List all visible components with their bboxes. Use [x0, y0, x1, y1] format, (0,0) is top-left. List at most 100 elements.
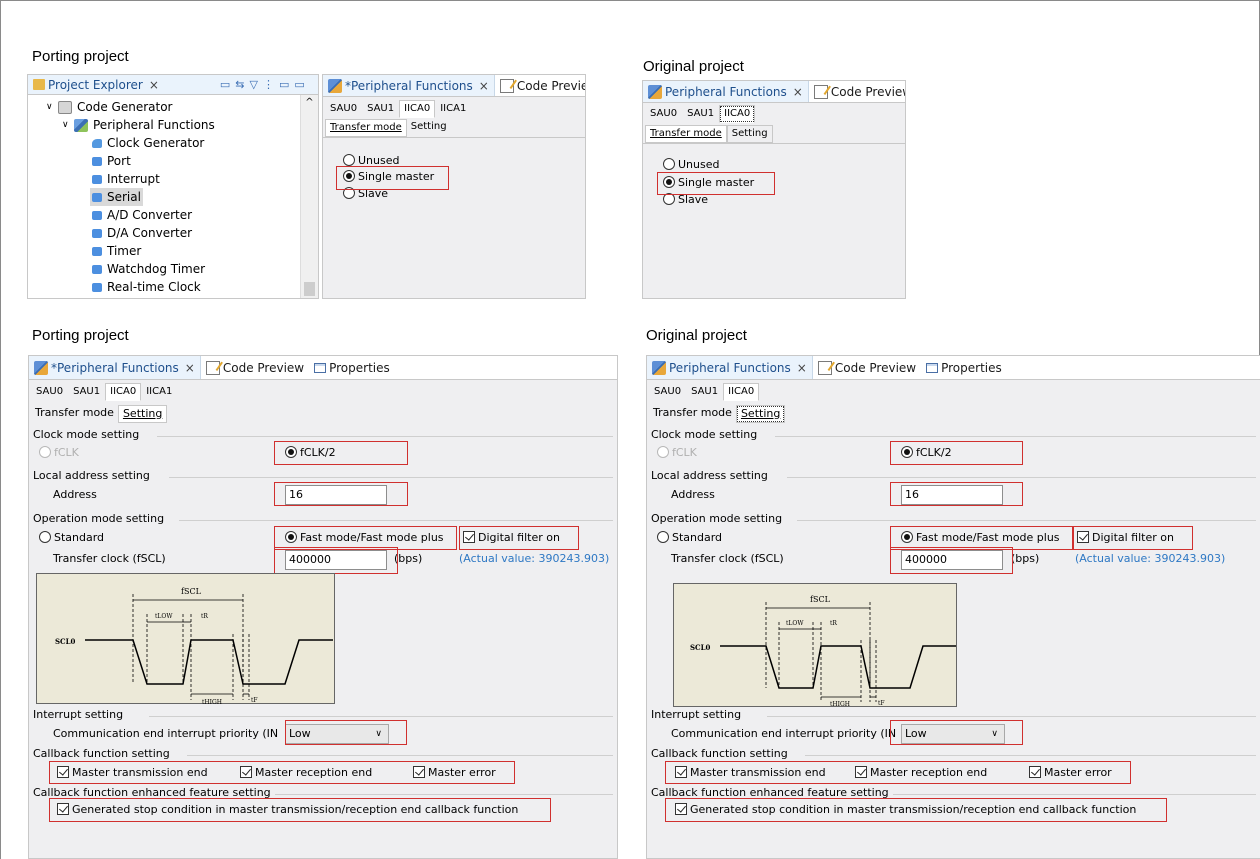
- tab-iica0[interactable]: IICA0: [723, 383, 760, 401]
- tab-transfer-mode[interactable]: Transfer mode: [645, 125, 727, 143]
- close-icon[interactable]: ×: [797, 361, 807, 375]
- radio-button[interactable]: [657, 531, 669, 543]
- module-icon: [92, 246, 102, 256]
- tree-item-code-generator[interactable]: ∨ Code Generator: [46, 98, 172, 116]
- scroll-up-icon[interactable]: ^: [301, 97, 318, 108]
- tab-transfer-mode[interactable]: Transfer mode: [31, 405, 118, 423]
- tree-scrollbar[interactable]: ^: [300, 95, 318, 298]
- tab-iica0[interactable]: IICA0: [719, 105, 756, 123]
- close-icon[interactable]: ×: [185, 361, 195, 375]
- tab-sau1[interactable]: SAU1: [682, 105, 719, 123]
- close-icon[interactable]: ×: [149, 78, 159, 92]
- option-label: Standard: [672, 531, 723, 544]
- tab-peripheral-functions[interactable]: *Peripheral Functions ×: [29, 356, 201, 379]
- tab-code-preview[interactable]: Code Preview: [495, 75, 585, 96]
- tab-setting[interactable]: Setting: [117, 405, 168, 423]
- tab-iica0[interactable]: IICA0: [399, 100, 436, 118]
- radio-button[interactable]: [39, 446, 51, 458]
- tab-sau0[interactable]: SAU0: [325, 100, 362, 118]
- highlight-box: [49, 761, 515, 784]
- tab-sau0[interactable]: SAU0: [31, 383, 68, 401]
- tab-code-preview[interactable]: Code Preview: [813, 356, 921, 379]
- tree-item-peripheral-functions[interactable]: ∨ Peripheral Functions: [62, 116, 215, 134]
- group-divider: [187, 755, 613, 756]
- group-divider: [157, 436, 613, 437]
- group-title-operation-mode: Operation mode setting: [33, 512, 165, 525]
- priority-label: Communication end interrupt priority (IN: [53, 727, 279, 740]
- tab-sau0[interactable]: SAU0: [645, 105, 682, 123]
- group-divider: [149, 716, 613, 717]
- tab-label: Peripheral Functions: [665, 84, 787, 99]
- module-icon: [92, 210, 102, 220]
- tab-properties[interactable]: Properties: [921, 356, 1007, 379]
- radio-standard[interactable]: Standard: [657, 531, 722, 544]
- group-title-clock-mode: Clock mode setting: [651, 428, 758, 441]
- tab-code-preview[interactable]: Code Preview: [201, 356, 309, 379]
- radio-unused[interactable]: Unused: [663, 158, 719, 171]
- close-icon[interactable]: ×: [793, 85, 803, 99]
- tab-code-preview[interactable]: Code Preview: [809, 81, 905, 102]
- tree-item-serial[interactable]: Serial: [90, 188, 143, 206]
- tab-setting[interactable]: Setting: [726, 125, 773, 143]
- tab-iica1[interactable]: IICA1: [141, 383, 177, 401]
- tr-label: tR: [830, 620, 837, 627]
- highlight-box: [274, 482, 408, 506]
- tree-item-watchdog-timer[interactable]: Watchdog Timer: [92, 260, 205, 278]
- tree-item-ad-converter[interactable]: A/D Converter: [92, 206, 192, 224]
- tree-item-clock-generator[interactable]: Clock Generator: [92, 134, 204, 152]
- divider: [323, 137, 585, 138]
- fscl-label: fSCL: [181, 587, 202, 596]
- priority-label: Communication end interrupt priority (IN: [671, 727, 897, 740]
- radio-standard[interactable]: Standard: [39, 531, 104, 544]
- tab-peripheral-functions[interactable]: Peripheral Functions ×: [647, 356, 813, 379]
- tree-item-port[interactable]: Port: [92, 152, 131, 170]
- tab-sau1[interactable]: SAU1: [68, 383, 105, 401]
- code-preview-icon: [817, 360, 832, 375]
- highlight-box: [890, 720, 1023, 745]
- tab-peripheral-functions[interactable]: Peripheral Functions ×: [643, 81, 809, 102]
- tab-properties[interactable]: Properties: [309, 356, 395, 379]
- tab-transfer-mode[interactable]: Transfer mode: [325, 119, 407, 137]
- mode-tabs: Transfer mode Setting: [649, 405, 786, 423]
- radio-button[interactable]: [343, 154, 355, 166]
- tree-item-da-converter[interactable]: D/A Converter: [92, 224, 192, 242]
- radio-button[interactable]: [39, 531, 51, 543]
- scroll-thumb[interactable]: [304, 282, 315, 296]
- tab-transfer-mode[interactable]: Transfer mode: [649, 405, 736, 423]
- transfer-clock-label: Transfer clock (fSCL): [671, 552, 784, 565]
- radio-fclk[interactable]: fCLK: [39, 446, 79, 459]
- tab-sau1[interactable]: SAU1: [362, 100, 399, 118]
- tab-iica0[interactable]: IICA0: [105, 383, 142, 401]
- scl-label: SCL0: [690, 643, 711, 652]
- tab-iica1[interactable]: IICA1: [435, 100, 471, 118]
- tab-label: Properties: [329, 360, 390, 375]
- tab-peripheral-functions[interactable]: *Peripheral Functions ×: [323, 75, 495, 96]
- tf-label: tF: [878, 700, 885, 707]
- radio-button[interactable]: [663, 158, 675, 170]
- tree-label: Clock Generator: [107, 136, 205, 150]
- radio-fclk[interactable]: fCLK: [657, 446, 697, 459]
- original-settings-panel: Peripheral Functions × Code Preview Prope…: [646, 355, 1260, 859]
- channel-tabs: SAU0 SAU1 IICA0: [645, 105, 756, 123]
- thigh-label: tHIGH: [830, 701, 850, 708]
- chevron-down-icon[interactable]: ∨: [62, 116, 74, 134]
- tab-setting[interactable]: Setting: [735, 405, 786, 423]
- tab-sau1[interactable]: SAU1: [686, 383, 723, 401]
- group-title-operation-mode: Operation mode setting: [651, 512, 783, 525]
- tree-item-interrupt[interactable]: Interrupt: [92, 170, 160, 188]
- tree-item-timer[interactable]: Timer: [92, 242, 141, 260]
- group-divider: [797, 520, 1256, 521]
- tab-sau0[interactable]: SAU0: [649, 383, 686, 401]
- chevron-down-icon[interactable]: ∨: [46, 98, 58, 116]
- view-toolbar-icons[interactable]: ▭⇆▽⋮▭▭: [220, 78, 310, 91]
- waveform-svg: fSCL tLOW tR tHIGH tF SCL0: [690, 595, 956, 708]
- tab-setting[interactable]: Setting: [407, 119, 451, 137]
- group-title-callback: Callback function setting: [651, 747, 788, 760]
- scl-waveform-diagram: fSCL tLOW tR tHIGH tF SCL0: [36, 573, 335, 706]
- close-icon[interactable]: ×: [479, 79, 489, 93]
- group-title-interrupt: Interrupt setting: [651, 708, 742, 721]
- tree-label: Interrupt: [107, 172, 160, 186]
- tab-project-explorer[interactable]: Project Explorer ×: [28, 75, 164, 94]
- radio-button[interactable]: [657, 446, 669, 458]
- tree-item-real-time-clock[interactable]: Real-time Clock: [92, 278, 201, 296]
